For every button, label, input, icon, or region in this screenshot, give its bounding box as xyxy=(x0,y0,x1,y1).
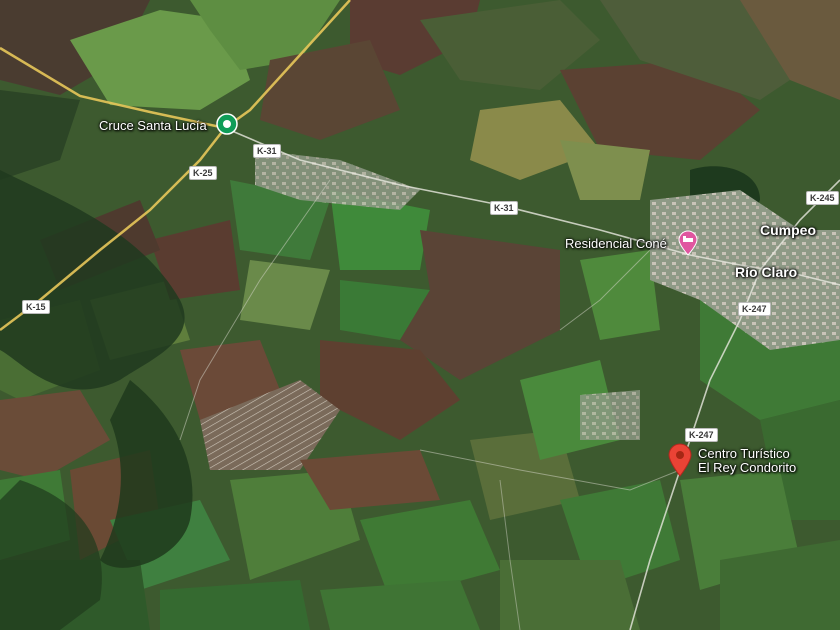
road-shield-k25: K-25 xyxy=(189,166,217,180)
satellite-imagery xyxy=(0,0,840,630)
place-label-centro-turistico[interactable]: Centro Turístico El Rey Condorito xyxy=(698,447,796,475)
town-label-cumpeo: Cumpeo xyxy=(760,222,816,238)
bus-stop-pin-icon[interactable] xyxy=(216,113,238,135)
road-shield-k15: K-15 xyxy=(22,300,50,314)
road-shield-k245: K-245 xyxy=(806,191,839,205)
road-shield-k247: K-247 xyxy=(685,428,718,442)
road-shield-k31: K-31 xyxy=(253,144,281,158)
satellite-map[interactable]: Cruce Santa Lucía Residencial Coné Cumpe… xyxy=(0,0,840,630)
red-location-pin-icon[interactable] xyxy=(667,443,693,477)
centro-label-line2: El Rey Condorito xyxy=(698,460,797,475)
bed-lodging-icon[interactable] xyxy=(677,230,699,256)
town-label-rio-claro: Río Claro xyxy=(735,264,798,280)
place-label-cruce-santa-lucia[interactable]: Cruce Santa Lucía xyxy=(99,118,207,133)
centro-label-line1: Centro Turístico xyxy=(698,446,790,461)
road-shield-k247: K-247 xyxy=(738,302,771,316)
place-label-residencial-cone[interactable]: Residencial Coné xyxy=(565,236,667,251)
road-shield-k31: K-31 xyxy=(490,201,518,215)
